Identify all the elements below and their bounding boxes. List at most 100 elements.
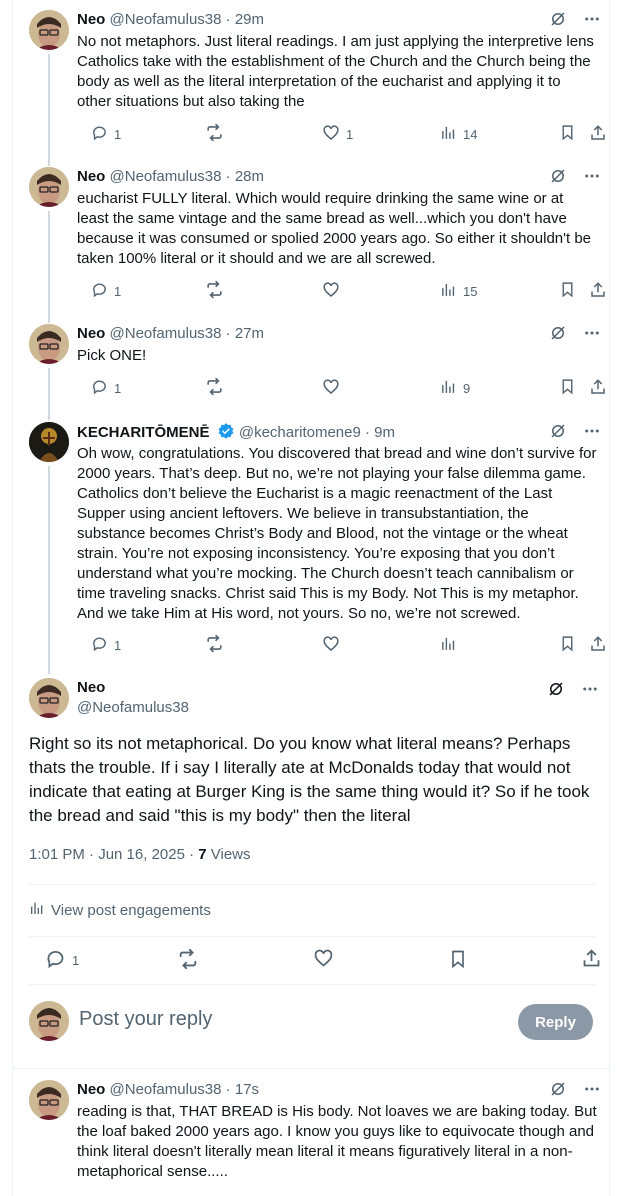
view-engagements-link[interactable]: View post engagements — [29, 900, 211, 920]
views-icon — [440, 378, 457, 398]
reply-count: 1 — [72, 952, 80, 968]
post-tools — [547, 680, 599, 698]
bookmark-button[interactable] — [559, 635, 576, 655]
views-icon — [440, 281, 457, 301]
avatar[interactable] — [29, 1080, 69, 1120]
separator-dot: · — [365, 424, 370, 441]
display-name[interactable]: Neo — [77, 678, 189, 698]
avatar[interactable] — [29, 422, 69, 462]
more-icon[interactable] — [583, 10, 601, 28]
share-button[interactable] — [589, 378, 607, 398]
like-button[interactable]: 1 — [322, 124, 353, 144]
avatar[interactable] — [29, 1001, 69, 1041]
grok-icon[interactable] — [549, 324, 567, 342]
share-button[interactable] — [589, 281, 607, 301]
bookmark-button[interactable] — [559, 378, 576, 398]
bookmark-icon — [559, 635, 576, 655]
grok-icon[interactable] — [549, 10, 567, 28]
user-handle[interactable]: @kecharitomene9 — [239, 424, 361, 441]
share-button[interactable] — [589, 635, 607, 655]
views-button[interactable]: 15 — [440, 281, 477, 301]
avatar[interactable] — [29, 324, 69, 364]
share-button[interactable] — [581, 948, 602, 972]
reply-icon — [91, 124, 108, 144]
views-button[interactable]: 9 — [440, 378, 470, 398]
user-handle[interactable]: @Neofamulus38 — [110, 325, 222, 342]
post-time[interactable]: 27m — [235, 325, 264, 342]
share-icon — [589, 635, 607, 656]
more-icon[interactable] — [583, 1080, 601, 1098]
post-time[interactable]: 17s — [235, 1081, 259, 1098]
reply-post[interactable]: Neo @Neofamulus38 · 28m eucharist FULLY … — [13, 157, 611, 314]
repost-button[interactable] — [177, 948, 199, 972]
bookmark-button[interactable] — [559, 124, 576, 144]
views-icon — [440, 124, 457, 144]
post-timestamp[interactable]: 1:01 PM · Jun 16, 2025 · — [29, 846, 198, 863]
share-icon — [589, 378, 607, 399]
display-name[interactable]: Neo — [77, 11, 105, 28]
reply-post[interactable]: KECHARITŌMENĒ @kecharitomene9 · 9m Oh wo… — [13, 412, 611, 668]
more-icon[interactable] — [583, 324, 601, 342]
user-handle[interactable]: @Neofamulus38 — [110, 1081, 222, 1098]
repost-button[interactable] — [205, 377, 224, 398]
bookmark-button[interactable] — [448, 948, 468, 972]
more-icon[interactable] — [583, 167, 601, 185]
separator-dot: · — [225, 11, 231, 28]
heart-icon — [322, 635, 340, 656]
like-button[interactable] — [322, 281, 340, 301]
views-icon — [440, 635, 457, 655]
like-button[interactable] — [313, 948, 334, 972]
post-text: Oh wow, congratulations. You discovered … — [77, 445, 597, 622]
grok-icon[interactable] — [547, 680, 565, 698]
avatar[interactable] — [29, 678, 69, 718]
reply-count: 1 — [114, 380, 122, 396]
reply-post[interactable]: Neo @Neofamulus38 · 17s reading is that,… — [13, 1070, 611, 1196]
like-button[interactable] — [322, 378, 340, 398]
reply-post[interactable]: Neo @Neofamulus38 · 29m No not metaphors… — [13, 0, 611, 157]
verified-badge-icon — [217, 422, 235, 446]
share-button[interactable] — [589, 124, 607, 144]
user-handle[interactable]: @Neofamulus38 — [110, 168, 222, 185]
post-header: Neo @Neofamulus38 · 27m — [77, 324, 599, 344]
reply-post[interactable]: Neo @Neofamulus38 · 27m Pick ONE! 1 9 — [13, 314, 611, 414]
display-name[interactable]: Neo — [77, 168, 105, 185]
grok-icon[interactable] — [549, 422, 567, 440]
post-time[interactable]: 28m — [235, 168, 264, 185]
avatar[interactable] — [29, 10, 69, 50]
reply-count: 1 — [114, 126, 122, 142]
reply-input[interactable]: Post your reply — [79, 1008, 212, 1031]
views-button[interactable]: 14 — [440, 124, 477, 144]
more-icon[interactable] — [583, 422, 601, 440]
views-button[interactable] — [440, 635, 457, 655]
more-icon[interactable] — [581, 680, 599, 698]
post-text: No not metaphors. Just literal readings.… — [77, 33, 594, 110]
reply-button[interactable]: 1 — [91, 124, 121, 144]
display-name[interactable]: KECHARITŌMENĒ — [77, 424, 210, 441]
view-count: 7 — [198, 846, 207, 863]
display-name[interactable]: Neo — [77, 325, 105, 342]
grok-icon[interactable] — [549, 1080, 567, 1098]
grok-icon[interactable] — [549, 167, 567, 185]
avatar[interactable] — [29, 167, 69, 207]
reply-button[interactable]: 1 — [91, 378, 121, 398]
heart-icon — [313, 948, 334, 972]
post-actions: 1 — [29, 948, 600, 972]
reply-button[interactable]: 1 — [91, 281, 121, 301]
user-handle[interactable]: @Neofamulus38 — [77, 698, 189, 718]
repost-button[interactable] — [205, 280, 224, 301]
user-handle[interactable]: @Neofamulus38 — [110, 11, 222, 28]
display-name[interactable]: Neo — [77, 1081, 105, 1098]
like-button[interactable] — [322, 635, 340, 655]
post-actions: 1 — [77, 634, 605, 655]
reply-button[interactable]: 1 — [91, 635, 121, 655]
bookmark-button[interactable] — [559, 281, 576, 301]
share-icon — [589, 124, 607, 145]
reply-button[interactable]: 1 — [45, 948, 79, 972]
repost-button[interactable] — [205, 123, 224, 144]
repost-button[interactable] — [205, 634, 224, 655]
post-time[interactable]: 9m — [374, 424, 395, 441]
post-header: Neo @Neofamulus38 · 28m — [77, 167, 599, 187]
reply-icon — [91, 281, 108, 301]
post-time[interactable]: 29m — [235, 11, 264, 28]
reply-submit-button[interactable]: Reply — [518, 1004, 593, 1040]
